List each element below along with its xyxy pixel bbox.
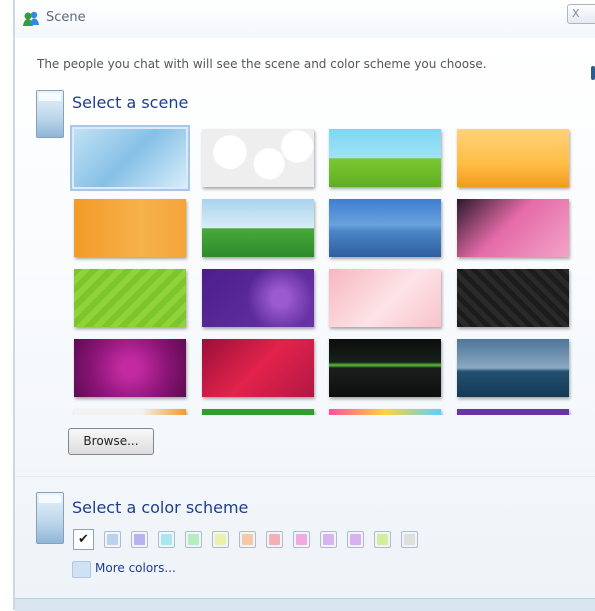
window-title: Scene <box>46 10 86 25</box>
side-indicator <box>591 66 595 80</box>
scene-magenta-heart[interactable] <box>74 339 186 397</box>
scene-gallery[interactable] <box>68 122 587 415</box>
scene-purple-swirls[interactable] <box>202 269 314 327</box>
title-bar <box>15 0 595 38</box>
color-swatch[interactable] <box>374 531 391 548</box>
scene-sunny-meadow[interactable] <box>329 129 441 187</box>
scene-section-title: Select a scene <box>72 93 189 112</box>
color-swatch[interactable] <box>212 531 229 548</box>
color-section-icon <box>36 492 64 544</box>
description-text: The people you chat with will see the sc… <box>37 57 487 71</box>
more-colors-link[interactable]: More colors... <box>95 561 176 575</box>
color-swatch[interactable] <box>266 531 283 548</box>
scene-row5-2[interactable] <box>202 409 314 415</box>
scene-white-hearts[interactable] <box>202 129 314 187</box>
color-swatch[interactable] <box>401 531 418 548</box>
scene-row5-1[interactable] <box>74 409 186 415</box>
color-swatch[interactable] <box>320 531 337 548</box>
color-swatch[interactable] <box>239 531 256 548</box>
scene-dark-pattern[interactable] <box>457 269 569 327</box>
color-swatch[interactable] <box>185 531 202 548</box>
scene-dark-green-glow[interactable] <box>329 339 441 397</box>
scene-red-rays[interactable] <box>202 339 314 397</box>
messenger-buddies-icon <box>23 11 39 26</box>
scene-orange-tree[interactable] <box>457 129 569 187</box>
scene-ocean-plane[interactable] <box>457 339 569 397</box>
scene-cherry-blossom[interactable] <box>329 269 441 327</box>
scene-blue-city-skyline[interactable] <box>329 199 441 257</box>
swatch-default-checked[interactable]: ✔ <box>73 529 94 550</box>
color-swatch[interactable] <box>158 531 175 548</box>
scene-green-stripes[interactable] <box>74 269 186 327</box>
dialog-footer <box>15 598 595 611</box>
scene-row5-3[interactable] <box>329 409 441 415</box>
close-button[interactable]: X <box>567 4 595 24</box>
color-swatch[interactable] <box>347 531 364 548</box>
color-swatch[interactable] <box>293 531 310 548</box>
scene-orange-grass[interactable] <box>74 199 186 257</box>
color-swatch[interactable] <box>104 531 121 548</box>
scene-dialog: Scene X The people you chat with will se… <box>0 0 595 611</box>
browse-button[interactable]: Browse... <box>68 428 154 455</box>
scene-pink-floral[interactable] <box>457 199 569 257</box>
more-colors-swatch[interactable] <box>72 561 91 578</box>
scene-section-icon <box>36 90 64 138</box>
color-swatch[interactable] <box>131 531 148 548</box>
section-divider <box>15 476 595 477</box>
scene-light-blue-sky[interactable] <box>70 125 190 191</box>
scene-row5-4[interactable] <box>457 409 569 415</box>
scene-green-field-kite[interactable] <box>202 199 314 257</box>
color-section-title: Select a color scheme <box>72 498 249 517</box>
